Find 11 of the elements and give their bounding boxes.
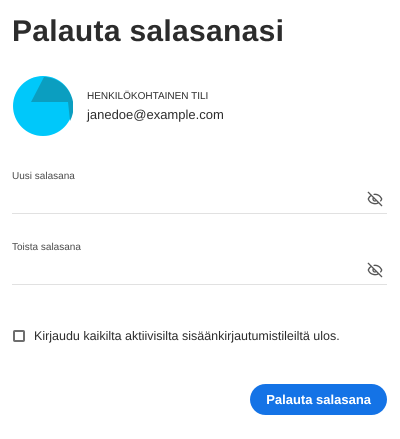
field-label: Toista salasana xyxy=(12,241,81,255)
avatar-icon xyxy=(13,76,73,136)
reset-password-button[interactable]: Palauta salasana xyxy=(250,384,387,415)
account-email: janedoe@example.com xyxy=(87,106,224,122)
checkbox-label: Kirjaudu kaikilta aktiivisilta sisäänkirjautumistileiltä ulos. xyxy=(34,328,340,345)
hide-password-icon[interactable] xyxy=(367,190,383,206)
page-title: Palauta salasanasi xyxy=(12,14,284,50)
hide-password-icon[interactable] xyxy=(367,262,383,278)
field-label: Uusi salasana xyxy=(12,170,75,184)
account-type: HENKILÖKOHTAINEN TILI xyxy=(87,90,208,102)
checkbox[interactable] xyxy=(13,330,25,342)
